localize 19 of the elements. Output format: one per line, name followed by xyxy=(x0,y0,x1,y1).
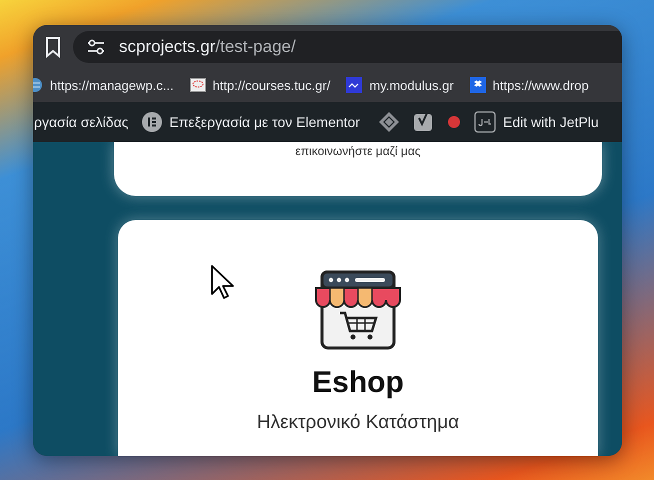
seo-logo-icon[interactable] xyxy=(414,111,434,133)
envelope-icon xyxy=(190,77,206,93)
status-dot-icon[interactable] xyxy=(448,116,460,128)
elementor-logo-icon xyxy=(142,112,162,132)
card-title: Eshop xyxy=(312,366,404,400)
bookmark-link[interactable]: https://managewp.c... xyxy=(33,77,177,93)
wave-icon xyxy=(346,77,362,93)
site-settings-icon xyxy=(87,38,105,54)
card-subtitle: Ηλεκτρονικό Κατάστημα xyxy=(256,412,460,434)
bookmark-link[interactable]: http://courses.tuc.gr/ xyxy=(186,77,334,93)
bookmark-link[interactable]: https://www.drop xyxy=(466,77,592,93)
jetplugins-edit-link[interactable]: Edit with JetPlu xyxy=(474,111,599,133)
diamond-icon[interactable] xyxy=(378,111,400,133)
elementor-edit-link[interactable]: Επεξεργασία με τον Elementor xyxy=(142,112,360,132)
card-subtitle: επικοινωνήστε μαζί μας xyxy=(295,144,421,158)
edit-page-link[interactable]: ργασία σελίδας xyxy=(34,114,128,130)
jet-logo-icon xyxy=(474,111,496,133)
address-field[interactable]: scprojects.gr/test-page/ xyxy=(73,30,622,62)
bookmark-link[interactable]: my.modulus.gr xyxy=(343,77,457,93)
